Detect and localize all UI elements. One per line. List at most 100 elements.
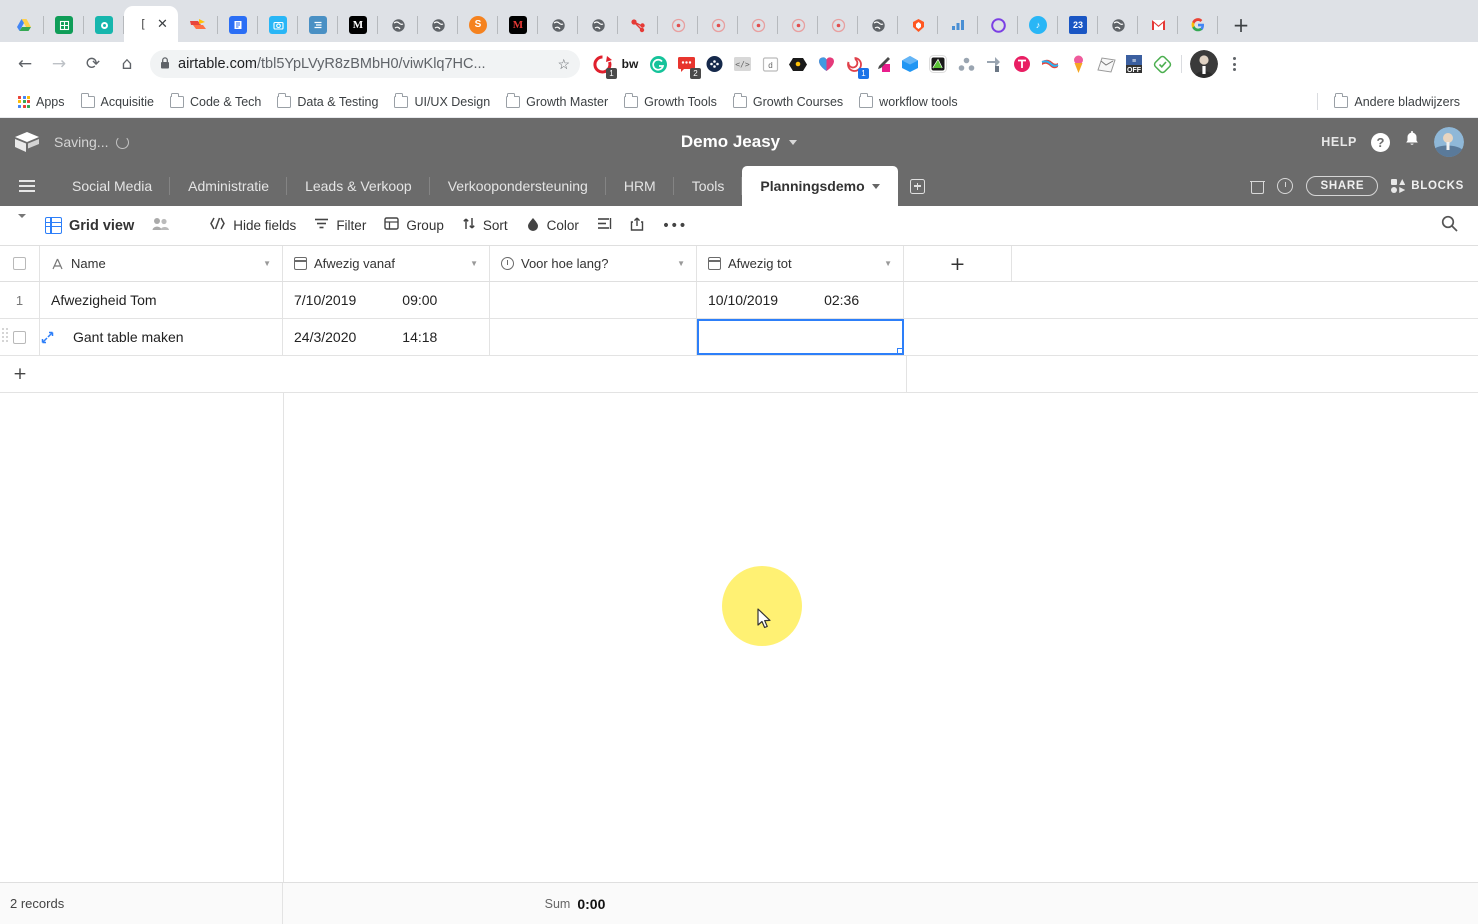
bookmark-growth-tools[interactable]: Growth Tools <box>616 92 725 112</box>
tab-google-drive[interactable] <box>4 8 44 42</box>
expand-record-icon[interactable] <box>40 330 54 344</box>
tab-orange-shield[interactable] <box>898 8 938 42</box>
ext-off-toggle-icon[interactable]: ≡ OFF <box>1120 50 1148 78</box>
column-header-afwezig-vanaf[interactable]: Afwezig vanaf ▼ <box>283 246 490 281</box>
table-tab-administratie[interactable]: Administratie <box>170 166 288 206</box>
ext-eyedropper-icon[interactable] <box>868 50 896 78</box>
bookmark-star-icon[interactable]: ☆ <box>557 56 570 73</box>
ext-colorful-ribbon-icon[interactable] <box>1036 50 1064 78</box>
chrome-menu-icon[interactable] <box>1221 49 1247 79</box>
tab-m-black[interactable]: M <box>498 8 538 42</box>
ext-green-check-diamond-icon[interactable] <box>1148 50 1176 78</box>
cell-name[interactable]: Afwezigheid Tom <box>40 282 283 318</box>
ext-ontraport-icon[interactable]: 1 <box>588 50 617 79</box>
share-button[interactable]: SHARE <box>1306 176 1379 196</box>
bookmark-code-tech[interactable]: Code & Tech <box>162 92 269 112</box>
tab-close-icon[interactable]: ✕ <box>157 18 168 31</box>
tab-airtable[interactable]: [ ✕ <box>124 6 178 42</box>
forward-button[interactable]: → <box>42 47 76 81</box>
table-tab-leads-verkoop[interactable]: Leads & Verkoop <box>287 166 430 206</box>
tab-target-2[interactable] <box>698 8 738 42</box>
profile-avatar[interactable] <box>1190 50 1218 78</box>
ext-red-chat-icon[interactable]: 2 <box>672 50 701 79</box>
cell-afwezig-vanaf[interactable]: 24/3/2020 14:18 <box>283 319 490 355</box>
bookmark-growth-master[interactable]: Growth Master <box>498 92 616 112</box>
ext-pink-t-icon[interactable] <box>1008 50 1036 78</box>
sort-button[interactable]: Sort <box>453 212 517 239</box>
tab-medium[interactable]: M <box>338 8 378 42</box>
ext-black-bee-icon[interactable] <box>784 50 812 78</box>
tab-globe-1[interactable] <box>378 8 418 42</box>
tab-google-sheets[interactable] <box>44 8 84 42</box>
reload-button[interactable]: ⟳ <box>76 47 110 81</box>
cell-afwezig-tot[interactable]: 10/10/2019 02:36 <box>697 282 904 318</box>
tab-target-5[interactable] <box>818 8 858 42</box>
bell-icon[interactable] <box>1404 131 1420 153</box>
cell-voor-hoe-lang[interactable] <box>490 319 697 355</box>
trash-icon[interactable] <box>1250 179 1266 194</box>
column-header-afwezig-tot[interactable]: Afwezig tot ▼ <box>697 246 904 281</box>
bookmark-growth-courses[interactable]: Growth Courses <box>725 92 851 112</box>
cell-name[interactable]: Gant table maken <box>40 319 283 355</box>
row-height-button[interactable] <box>588 212 621 239</box>
color-button[interactable]: Color <box>517 212 588 240</box>
tab-purple-circle[interactable] <box>978 8 1018 42</box>
chevron-down-icon[interactable]: ▼ <box>677 259 685 268</box>
tab-blue-doc[interactable] <box>218 8 258 42</box>
hamburger-menu-icon[interactable] <box>0 166 54 206</box>
tab-globe-4[interactable] <box>578 8 618 42</box>
add-record-icon[interactable]: + <box>0 364 40 384</box>
ext-bw-icon[interactable]: bw <box>616 50 644 78</box>
tab-target-1[interactable] <box>658 8 698 42</box>
bookmark-workflow-tools[interactable]: workflow tools <box>851 92 966 112</box>
ext-letter-icon[interactable] <box>1092 50 1120 78</box>
blocks-button[interactable]: BLOCKS <box>1391 179 1464 193</box>
bookmark-apps[interactable]: Apps <box>10 92 73 112</box>
cell-afwezig-vanaf[interactable]: 7/10/2019 09:00 <box>283 282 490 318</box>
chevron-down-icon[interactable]: ▼ <box>263 259 271 268</box>
tab-globe-3[interactable] <box>538 8 578 42</box>
ext-clipboard-icon[interactable]: d <box>756 50 784 78</box>
tab-lightblue-camera[interactable] <box>258 8 298 42</box>
address-bar[interactable]: airtable.com/tbl5YpLVyR8zBMbH0/viwKlq7HC… <box>150 50 580 78</box>
airtable-logo[interactable] <box>14 131 40 153</box>
table-tab-hrm[interactable]: HRM <box>605 166 674 206</box>
table-tab-tools[interactable]: Tools <box>673 166 743 206</box>
ext-grammarly-icon[interactable] <box>644 50 672 78</box>
user-avatar[interactable] <box>1434 127 1464 157</box>
chevron-down-icon[interactable] <box>789 139 798 145</box>
add-record-row[interactable]: + <box>0 356 1478 393</box>
column-header-name[interactable]: Name ▼ <box>40 246 283 281</box>
base-title[interactable]: Demo Jeasy <box>681 132 780 152</box>
tab-cyan-circle[interactable]: ♪ <box>1018 8 1058 42</box>
table-row[interactable]: 1 Afwezigheid Tom 7/10/2019 09:00 10/10/… <box>0 282 1478 319</box>
tab-gmail[interactable] <box>1138 8 1178 42</box>
ext-code-icon[interactable]: </> <box>728 50 756 78</box>
tab-globe-2[interactable] <box>418 8 458 42</box>
share-view-button[interactable] <box>621 212 653 240</box>
ext-asana-icon[interactable] <box>952 50 980 78</box>
search-button[interactable] <box>1441 215 1466 237</box>
collaborators-button[interactable] <box>143 212 178 239</box>
new-tab-button[interactable]: + <box>1224 8 1258 42</box>
ext-heart-icon[interactable] <box>812 50 840 78</box>
bookmark-acquisitie[interactable]: Acquisitie <box>73 92 163 112</box>
summary-sum[interactable]: Sum 0:00 <box>283 883 867 924</box>
add-field-button[interactable]: + <box>904 246 1012 281</box>
more-options-button[interactable]: ••• <box>653 213 696 239</box>
select-all-checkbox[interactable] <box>0 246 40 281</box>
back-button[interactable]: ← <box>8 47 42 81</box>
tab-globe-5[interactable] <box>858 8 898 42</box>
group-button[interactable]: Group <box>375 212 453 239</box>
tab-target-3[interactable] <box>738 8 778 42</box>
bookmark-data-testing[interactable]: Data & Testing <box>269 92 386 112</box>
chevron-down-icon[interactable]: ▼ <box>884 259 892 268</box>
home-button[interactable]: ⌂ <box>110 47 144 81</box>
table-row[interactable]: Gant table maken 24/3/2020 14:18 <box>0 319 1478 356</box>
tab-skype[interactable]: S <box>458 8 498 42</box>
question-mark-icon[interactable]: ? <box>1371 132 1390 152</box>
tab-red-arrow[interactable] <box>178 8 218 42</box>
ext-spiral-icon[interactable]: 1 <box>840 50 869 79</box>
table-tab-planningsdemo[interactable]: Planningsdemo <box>742 166 898 206</box>
bookmark-other-bookmarks[interactable]: Andere bladwijzers <box>1326 92 1468 112</box>
